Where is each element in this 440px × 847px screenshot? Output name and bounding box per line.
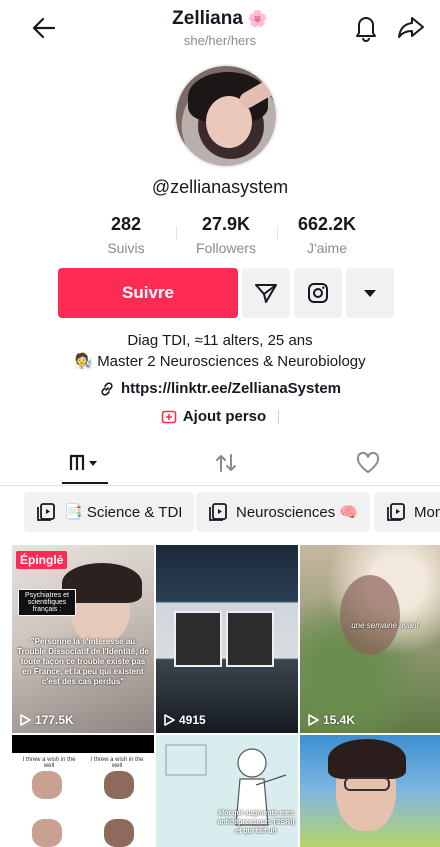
- playlist-label: Neurosciences 🧠: [236, 504, 359, 521]
- more-options-button[interactable]: [346, 268, 394, 318]
- stat-followers[interactable]: 27.9K Followers: [178, 214, 274, 256]
- playlist-chip[interactable]: 📑 Science & TDI: [24, 492, 195, 532]
- stat-value: 282: [110, 214, 142, 234]
- playlist-row: 📑 Science & TDI Neurosciences 🧠 Mon: [0, 492, 440, 536]
- divider: [176, 226, 177, 240]
- stat-label: Followers: [196, 240, 256, 256]
- view-count: 177.5K: [20, 713, 74, 727]
- instagram-icon: [308, 283, 328, 303]
- share-icon[interactable]: [396, 12, 426, 42]
- playlist-icon: [209, 503, 227, 521]
- bio-link[interactable]: https://linktr.ee/ZellianaSystem: [0, 380, 440, 397]
- username: @zellianasystem: [151, 177, 289, 197]
- tab-reposts[interactable]: [196, 448, 256, 478]
- stat-following[interactable]: 282 Suivis: [78, 214, 174, 256]
- thumbnail-face: [32, 819, 62, 847]
- top-bar: Zelliana 🌸 she/her/hers: [0, 0, 440, 56]
- view-count-value: 177.5K: [35, 713, 74, 727]
- playlist-label: 📑 Science & TDI: [64, 504, 183, 521]
- video-caption: I threw a wish in the well: [22, 757, 76, 769]
- thumbnail-face: [104, 819, 134, 847]
- stat-value: 27.9K: [201, 214, 251, 234]
- playlist-chip[interactable]: Mon: [374, 492, 440, 532]
- stats-row: 282 Suivis 27.9K Followers 662.2K J'aime: [0, 214, 440, 258]
- avatar[interactable]: [174, 64, 278, 168]
- divider: [277, 226, 278, 240]
- view-count-value: 15.4K: [323, 713, 356, 727]
- add-square-icon: [161, 410, 177, 423]
- play-icon: [164, 714, 175, 726]
- tab-videos[interactable]: [54, 448, 114, 478]
- video-caption: Moi qui augmente mes antidépresseurs (SS…: [217, 810, 295, 835]
- active-tab-indicator: [62, 482, 108, 484]
- message-button[interactable]: [242, 268, 290, 318]
- action-buttons: Suivre: [0, 268, 440, 318]
- bell-icon[interactable]: [352, 12, 380, 42]
- pinned-badge: Épinglé: [16, 551, 68, 569]
- video-thumbnail[interactable]: [300, 735, 440, 847]
- bio-link-text: https://linktr.ee/ZellianaSystem: [120, 380, 342, 397]
- caret-down-icon: [364, 290, 376, 297]
- playlist-label: Mon: [414, 503, 440, 521]
- video-thumbnail[interactable]: 4915: [156, 545, 298, 733]
- bio-line: 🧑‍🔬 Master 2 Neurosciences & Neurobiolog…: [74, 353, 366, 370]
- thumbnail-hair: [328, 739, 406, 779]
- thumbnail-scan-image: [226, 611, 274, 667]
- playlist-chip[interactable]: Neurosciences 🧠: [196, 492, 371, 532]
- video-thumbnail[interactable]: Moi qui augmente mes antidépresseurs (SS…: [156, 735, 298, 847]
- content-tabs: [0, 440, 440, 486]
- playlist-icon: [37, 503, 55, 521]
- thumbnail-face: [32, 771, 62, 799]
- video-caption: I threw a wish in the well: [90, 757, 144, 769]
- follow-button[interactable]: Suivre: [58, 268, 238, 318]
- video-grid: Épinglé Psychiatres et scientifiques fra…: [12, 545, 440, 847]
- video-thumbnail[interactable]: une semaine avant 15.4K: [300, 545, 440, 733]
- thumbnail-glasses: [344, 777, 390, 791]
- play-icon: [308, 714, 319, 726]
- stat-value: 662.2K: [297, 214, 357, 234]
- stat-likes[interactable]: 662.2K J'aime: [279, 214, 375, 256]
- add-yours-button[interactable]: Ajout perso: [0, 408, 440, 425]
- playlist-icon: [387, 503, 405, 521]
- bio-line: Diag TDI, ≈11 alters, 25 ans: [127, 332, 313, 349]
- video-caption: une semaine avant: [351, 621, 419, 630]
- send-icon: [255, 284, 277, 303]
- thumbnail-face: [104, 771, 134, 799]
- video-thumbnail[interactable]: I threw a wish in the well I threw a wis…: [12, 735, 154, 847]
- thumbnail-scan-image: [174, 611, 222, 667]
- view-count-value: 4915: [179, 713, 206, 727]
- stat-label: J'aime: [306, 240, 348, 256]
- instagram-button[interactable]: [294, 268, 342, 318]
- view-count: 4915: [164, 713, 206, 727]
- video-thumbnail[interactable]: Épinglé Psychiatres et scientifiques fra…: [12, 545, 154, 733]
- video-caption-box: Psychiatres et scientifiques français :: [18, 589, 76, 616]
- repost-icon: [216, 454, 236, 472]
- thumbnail-person: [340, 575, 400, 655]
- play-icon: [20, 714, 31, 726]
- video-caption: "Personne la s'intéresse au Trouble Diss…: [17, 637, 149, 686]
- view-count: 15.4K: [308, 713, 355, 727]
- divider: [278, 409, 280, 424]
- grid-icon: [69, 454, 97, 470]
- add-yours-label: Ajout perso: [182, 408, 267, 425]
- tab-liked[interactable]: [338, 448, 398, 478]
- blossom-emoji: 🌸: [247, 11, 268, 28]
- link-icon: [101, 381, 113, 396]
- display-name: Zelliana: [172, 8, 243, 29]
- heart-icon: [356, 452, 380, 473]
- stat-label: Suivis: [107, 240, 145, 256]
